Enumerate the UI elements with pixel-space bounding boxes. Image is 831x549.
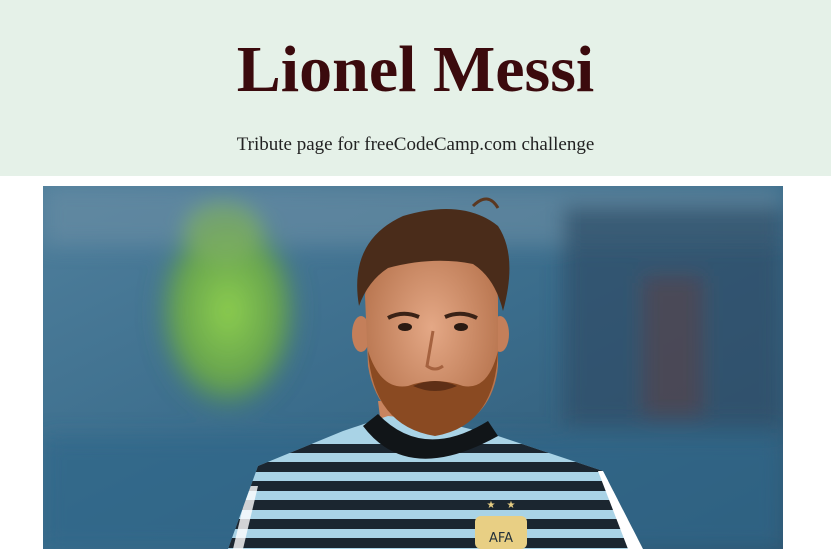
page-subtitle: Tribute page for freeCodeCamp.com challe… xyxy=(236,134,595,155)
tribute-image: AFA ★ ★ xyxy=(43,186,783,549)
page-title: Lionel Messi xyxy=(236,33,595,106)
svg-text:★: ★ xyxy=(487,500,496,511)
svg-text:★: ★ xyxy=(507,500,516,511)
svg-text:AFA: AFA xyxy=(489,531,513,546)
header-banner: Lionel Messi Tribute page for freeCodeCa… xyxy=(0,0,831,176)
messi-photo-illustration: AFA ★ ★ xyxy=(43,186,783,549)
